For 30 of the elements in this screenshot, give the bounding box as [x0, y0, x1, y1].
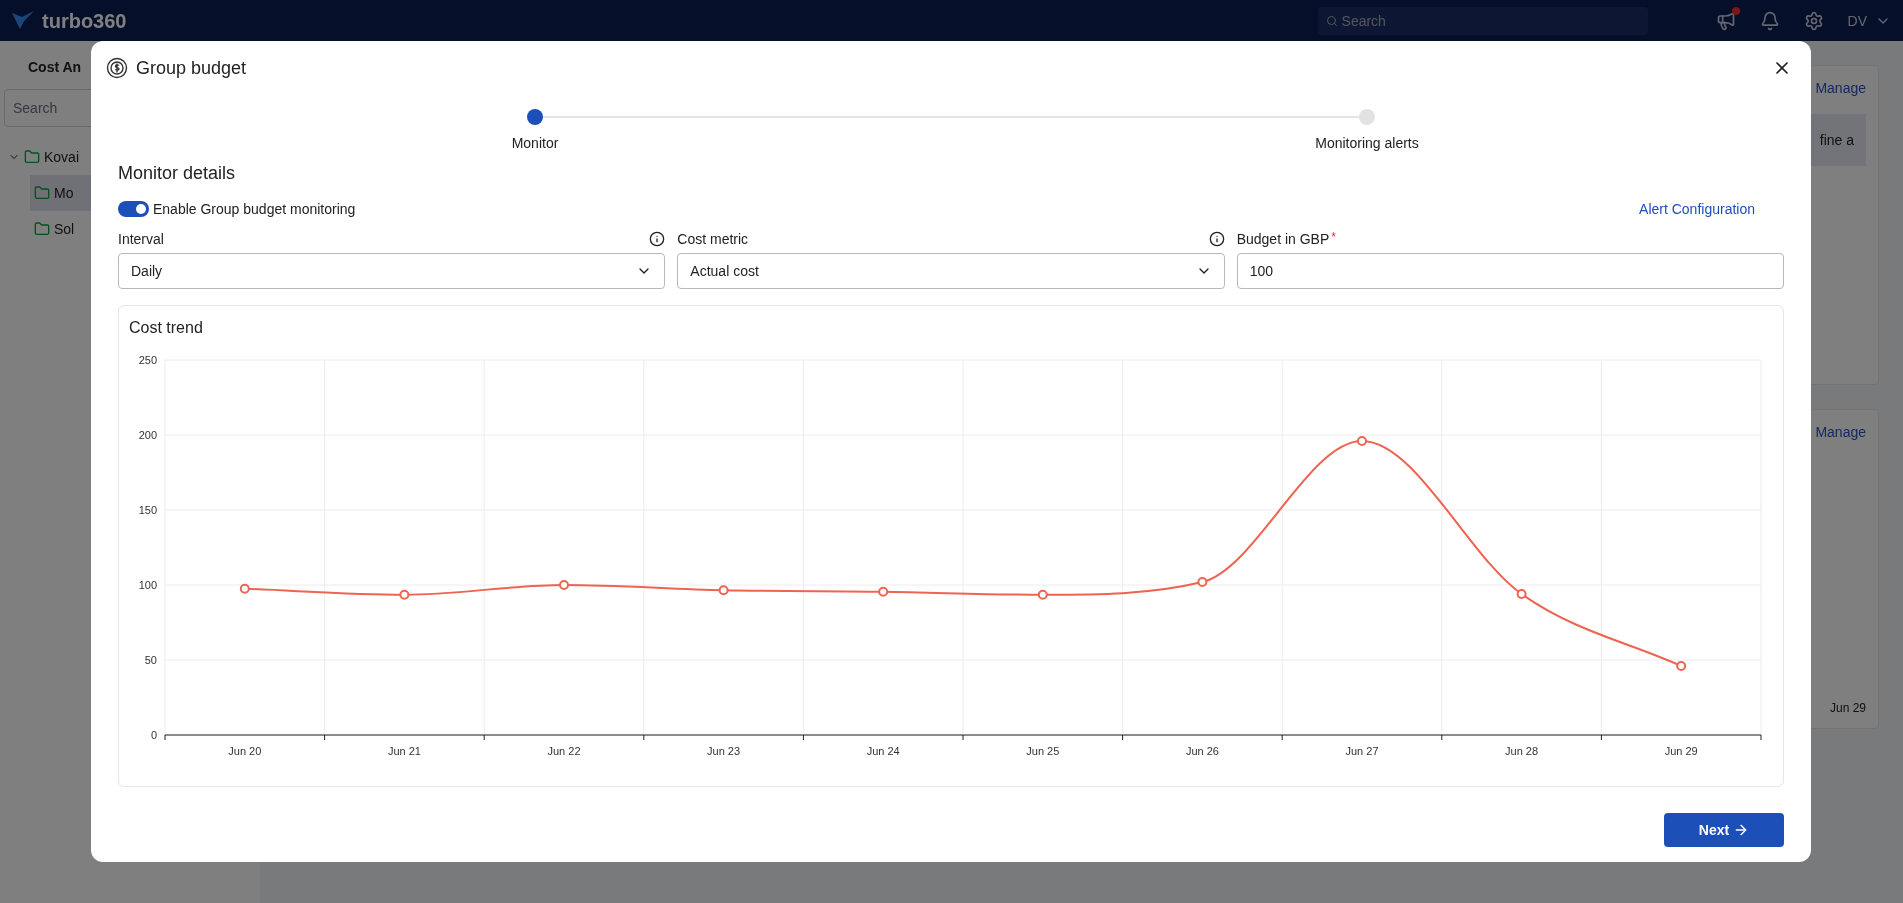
- x-tick-label: Jun 24: [866, 745, 900, 757]
- field-label: Budget in GBP: [1236, 230, 1330, 249]
- required-mark: *: [1331, 229, 1336, 245]
- x-tick-label: Jun 25: [1026, 745, 1060, 757]
- x-tick-label: Jun 20: [228, 745, 262, 757]
- field-label: Interval: [118, 230, 164, 249]
- tree-item-label: Sol: [54, 220, 75, 239]
- dialog-title: Group budget: [136, 57, 247, 80]
- chart-title: Cost trend: [129, 318, 204, 338]
- y-tick-label: 0: [150, 729, 157, 741]
- y-tick-label: 200: [138, 429, 157, 441]
- y-tick-label: 50: [144, 654, 157, 666]
- x-tick-label: Jun 28: [1505, 745, 1539, 757]
- x-tick-label: Jun 29: [1664, 745, 1698, 757]
- tree-item-label: Mo: [54, 184, 74, 203]
- tree-item-label: Kovai: [44, 148, 80, 167]
- logo-text: turbo360: [42, 8, 127, 34]
- x-tick-label: Jun 27: [1345, 745, 1379, 757]
- x-tick-label: Jun 26: [1185, 745, 1219, 757]
- y-tick-label: 150: [138, 504, 157, 516]
- toggle-label: Enable Group budget monitoring: [153, 200, 356, 219]
- y-tick-label: 100: [138, 579, 157, 591]
- x-tick-label: Jun 22: [547, 745, 581, 757]
- y-tick-label: 250: [138, 354, 157, 366]
- x-tick-label: Jun 21: [387, 745, 421, 757]
- section-title: Monitor details: [118, 162, 237, 185]
- sidebar-title: Cost An: [28, 58, 82, 77]
- axis-label: Jun 29: [1829, 700, 1866, 716]
- field-label: Cost metric: [677, 230, 749, 249]
- x-tick-label: Jun 23: [707, 745, 741, 757]
